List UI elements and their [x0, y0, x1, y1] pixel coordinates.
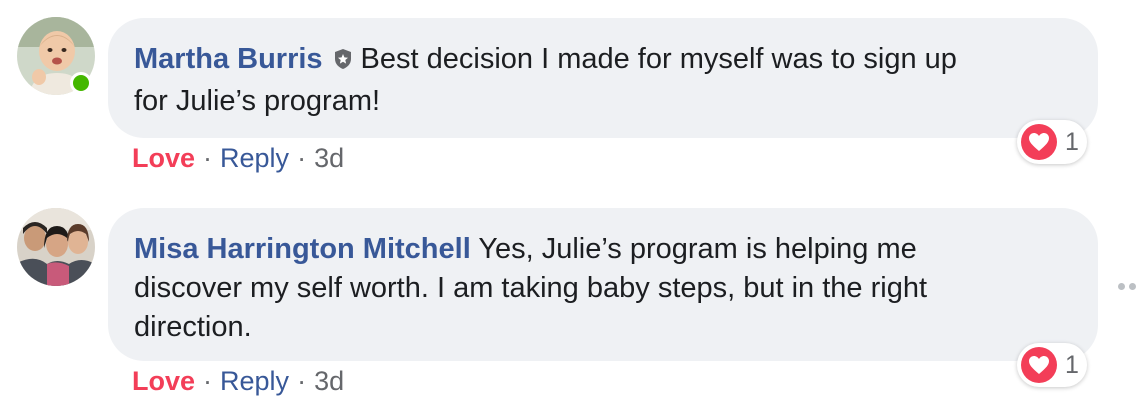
avatar[interactable]	[17, 208, 95, 286]
separator: ·	[297, 366, 307, 396]
comment-text: discover my self worth. I am taking baby…	[134, 272, 928, 304]
love-reaction-icon	[1021, 124, 1057, 160]
reaction-count: 1	[1065, 127, 1079, 156]
comment-text: for Julie’s program!	[134, 85, 381, 117]
reaction-summary[interactable]: 1	[1017, 343, 1087, 387]
reaction-summary[interactable]: 1	[1017, 120, 1087, 164]
comment-actions: Love · Reply · 3d	[132, 366, 344, 397]
comment: Misa Harrington Mitchell Yes, Julie’s pr…	[0, 200, 1138, 411]
reaction-count: 1	[1065, 350, 1079, 379]
shield-badge-icon[interactable]	[331, 43, 355, 82]
comment: Martha Burris Best decision I made for my…	[0, 0, 1138, 200]
comment-text: Yes, Julie’s program is helping me	[478, 233, 917, 265]
comment-text: direction.	[134, 311, 252, 343]
love-button[interactable]: Love	[132, 143, 195, 174]
comment-actions: Love · Reply · 3d	[132, 143, 344, 174]
comment-author[interactable]: Misa Harrington Mitchell	[134, 233, 471, 265]
comment-bubble: Misa Harrington Mitchell Yes, Julie’s pr…	[108, 208, 1098, 361]
comment-text: Best decision I made for myself was to s…	[360, 43, 957, 75]
love-reaction-icon	[1021, 347, 1057, 383]
separator: ·	[297, 143, 307, 173]
separator: ·	[203, 143, 213, 173]
timestamp[interactable]: 3d	[314, 366, 344, 397]
online-status-indicator	[70, 72, 92, 94]
reply-button[interactable]: Reply	[220, 366, 289, 397]
separator: ·	[203, 366, 213, 396]
love-button[interactable]: Love	[132, 366, 195, 397]
comment-author[interactable]: Martha Burris	[134, 43, 323, 75]
reply-button[interactable]: Reply	[220, 143, 289, 174]
more-options-icon[interactable]	[1118, 283, 1136, 290]
timestamp[interactable]: 3d	[314, 143, 344, 174]
comment-bubble: Martha Burris Best decision I made for my…	[108, 18, 1098, 138]
